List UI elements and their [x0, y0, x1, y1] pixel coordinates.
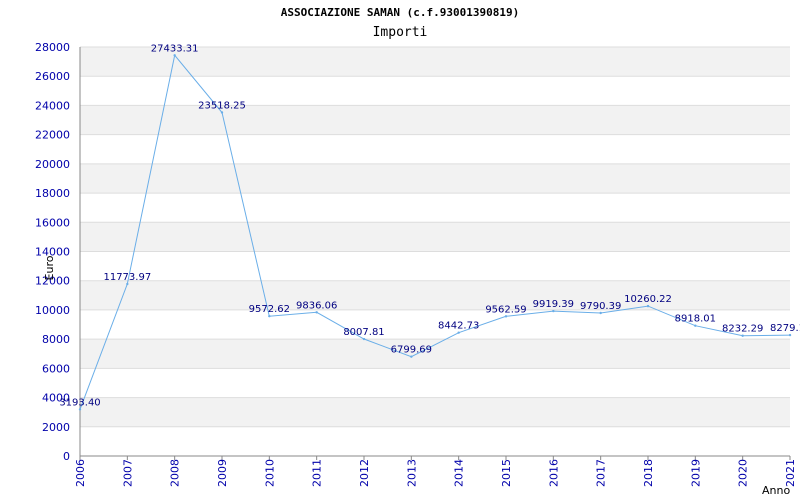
data-label: 11773.97 [103, 272, 151, 283]
data-label: 8007.81 [343, 327, 384, 338]
data-point [741, 334, 744, 337]
data-point [788, 333, 792, 337]
data-point [173, 54, 176, 57]
line-chart: 0200040006000800010000120001400016000180… [35, 41, 800, 497]
data-point [599, 311, 602, 315]
data-point [126, 282, 129, 286]
data-point [362, 337, 366, 341]
y-tick-label: 28000 [35, 41, 70, 54]
x-axis-label: Anno [762, 484, 790, 497]
x-tick-label: 2018 [642, 459, 655, 487]
x-tick-label: 2015 [500, 459, 513, 487]
x-tick-label: 2021 [784, 459, 797, 487]
x-tick-label: 2019 [689, 459, 702, 487]
x-axis-ticks: 2006 2007 2008 2009 2010 2011 2012 2013 2014 2015… [74, 456, 797, 487]
x-tick-label: 2007 [121, 459, 134, 487]
x-tick-label: 2008 [169, 459, 182, 487]
data-point [552, 309, 555, 313]
y-tick-label: 24000 [35, 99, 70, 112]
data-label: 6799.69 [391, 345, 432, 356]
data-point [646, 304, 650, 308]
y-tick-label: 2000 [42, 421, 70, 434]
grid-band [80, 397, 790, 427]
data-point [410, 355, 413, 358]
x-tick-label: 2009 [216, 459, 229, 487]
y-tick-label: 8000 [42, 333, 70, 346]
grid-bands [80, 47, 790, 427]
data-point [268, 314, 271, 318]
y-axis-label: Euro [43, 255, 56, 280]
grid-band [80, 222, 790, 252]
x-tick-label: 2016 [547, 459, 560, 487]
x-tick-label: 2012 [358, 459, 371, 487]
x-tick-label: 2014 [453, 459, 466, 487]
data-point [78, 408, 82, 411]
y-tick-label: 0 [63, 450, 70, 463]
y-tick-label: 10000 [35, 304, 70, 317]
data-label: 3193.40 [59, 397, 100, 408]
data-label: 9790.39 [580, 301, 621, 312]
y-tick-label: 22000 [35, 129, 70, 142]
x-tick-label: 2010 [263, 459, 276, 487]
x-tick-label: 2013 [405, 459, 418, 487]
data-label: 8442.73 [438, 321, 479, 332]
data-label: 10260.22 [624, 294, 672, 305]
data-point [315, 311, 318, 314]
data-label: 8232.29 [722, 324, 763, 335]
data-label: 9562.59 [485, 304, 526, 315]
grid-band [80, 105, 790, 135]
data-label: 9836.06 [296, 300, 337, 311]
grid-band [80, 163, 790, 194]
data-label: 27433.31 [151, 43, 199, 54]
x-tick-label: 2020 [737, 459, 750, 487]
x-tick-label: 2006 [74, 459, 87, 487]
data-label: 9572.62 [249, 304, 290, 315]
data-point [220, 111, 224, 114]
data-point [457, 331, 460, 334]
data-point [504, 315, 508, 318]
x-tick-label: 2017 [595, 459, 608, 487]
data-label: 9919.39 [533, 299, 574, 310]
y-tick-label: 6000 [42, 362, 70, 375]
x-tick-label: 2011 [311, 459, 324, 487]
data-label: 8918.01 [675, 314, 716, 325]
grid-band [80, 280, 790, 310]
data-label: 8279.13 [770, 323, 800, 334]
grid-band [80, 339, 790, 369]
y-tick-label: 18000 [35, 187, 70, 200]
y-tick-label: 26000 [35, 70, 70, 83]
y-tick-label: 16000 [35, 216, 70, 229]
data-point [694, 324, 697, 327]
data-label: 23518.25 [198, 100, 246, 111]
y-tick-label: 20000 [35, 158, 70, 171]
